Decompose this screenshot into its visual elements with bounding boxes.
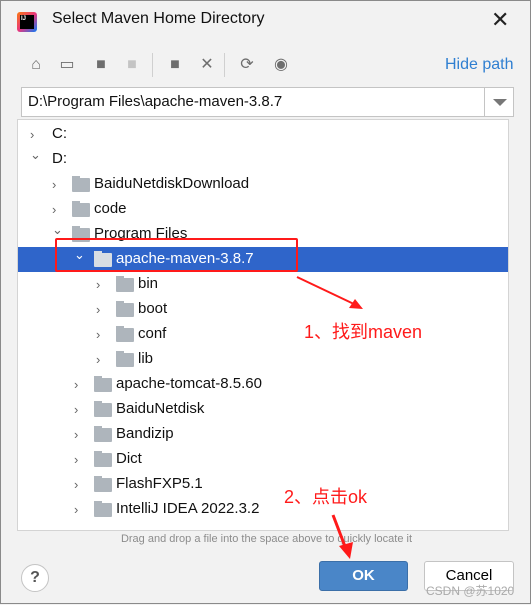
annotation-step2: 2、点击ok (284, 487, 368, 507)
watermark: CSDN @苏1020 (426, 584, 515, 598)
annotation-step1: 1、找到maven (304, 322, 423, 342)
annotation-arrow-2 (331, 514, 348, 550)
annotation-arrowhead-2 (339, 542, 353, 559)
annotation-arrowhead-1 (349, 299, 363, 309)
annotation-arrows (296, 276, 363, 559)
annotation-arrow-1 (296, 276, 357, 306)
